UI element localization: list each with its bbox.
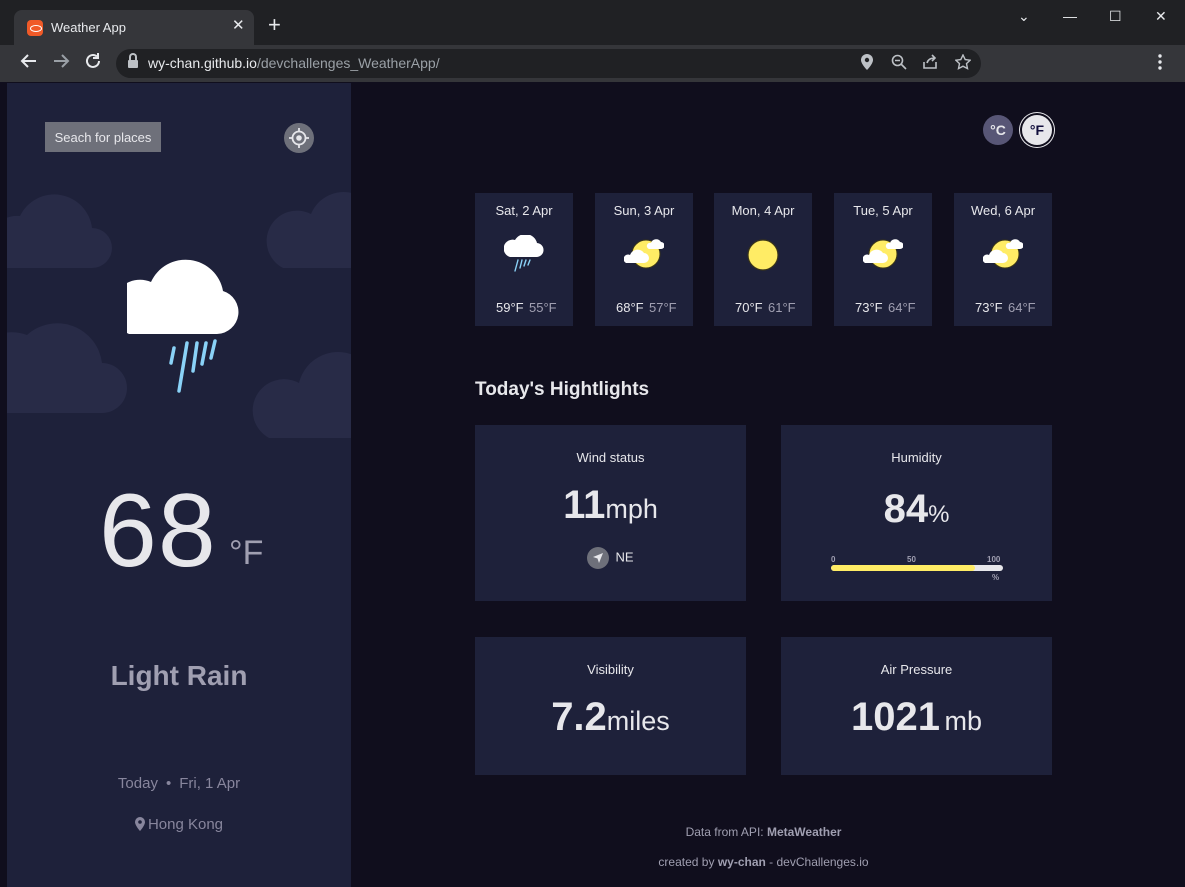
forecast-card: Mon, 4 Apr 70°F 61°F [714, 193, 812, 326]
browser-toolbar: wy-chan.github.io/devchallenges_WeatherA… [0, 45, 1185, 82]
browser-chrome: Weather App ✕ + ⌄ — ☐ ✕ wy-chan.github.i… [0, 0, 1185, 82]
tab-close-icon[interactable]: ✕ [232, 18, 245, 34]
forecast-day: Tue, 5 Apr [853, 203, 913, 218]
air-pressure-value: 1021 mb [851, 695, 982, 739]
search-places-button[interactable]: Seach for places [45, 122, 161, 152]
humidity-progress-fill [831, 565, 976, 571]
zoom-icon[interactable] [891, 54, 907, 74]
humidity-scale-0: 0 [831, 555, 836, 564]
wind-status-label: Wind status [576, 450, 645, 465]
forecast-card: Wed, 6 Apr 73°F 64°F [954, 193, 1052, 326]
forecast-max-temp: 59°F [496, 300, 524, 315]
fahrenheit-toggle-button[interactable]: °F [1022, 115, 1052, 145]
back-button[interactable] [20, 52, 38, 74]
forecast-card: Tue, 5 Apr 73°F 64°F [834, 193, 932, 326]
date-line: Today • Fri, 1 Apr [7, 775, 351, 792]
wind-direction: NE [475, 547, 746, 569]
humidity-card: Humidity 84% 0 50 100 % [781, 425, 1052, 601]
clear-sun-icon [747, 239, 779, 271]
wind-direction-arrow-icon [587, 547, 610, 569]
humidity-scale-100: 100 [987, 555, 1001, 564]
minimize-button[interactable]: — [1063, 8, 1077, 24]
tab-title: Weather App [51, 20, 126, 35]
wind-speed-value: 11mph [563, 483, 658, 527]
forecast-max-temp: 70°F [735, 300, 763, 315]
bookmark-star-icon[interactable] [954, 53, 972, 74]
humidity-value: 84% [883, 487, 950, 531]
gps-locate-icon [289, 128, 309, 148]
forecast-min-temp: 55°F [529, 300, 557, 315]
highlights-heading: Today's Hightlights [475, 379, 650, 400]
location-name: Hong Kong [147, 816, 224, 833]
app-favicon-icon [27, 20, 43, 36]
forecast-day: Sun, 3 Apr [613, 203, 675, 218]
browser-menu-icon[interactable] [1158, 54, 1162, 75]
air-pressure-label: Air Pressure [880, 662, 953, 677]
current-date: Fri, 1 Apr [179, 775, 241, 792]
forecast-day: Wed, 6 Apr [970, 203, 1036, 218]
forward-button[interactable] [52, 52, 70, 74]
address-bar[interactable]: wy-chan.github.io/devchallenges_WeatherA… [116, 49, 981, 78]
forecast-max-temp: 68°F [616, 300, 644, 315]
author-credit: created by wy-chan - devChallenges.io [658, 855, 869, 869]
forecast-day: Mon, 4 Apr [731, 203, 795, 218]
date-separator: • [165, 775, 172, 792]
date-prefix: Today [117, 775, 158, 792]
wind-direction-text: NE [615, 549, 634, 565]
lock-icon [128, 53, 138, 69]
light-rain-weather-icon [127, 259, 239, 393]
humidity-scale-50: 50 [907, 555, 916, 564]
current-weather-sidebar: Seach for places 68 °F Light Rain Today •… [7, 83, 351, 887]
forecast-min-temp: 64°F [1008, 300, 1036, 315]
light-rain-icon [504, 235, 544, 272]
visibility-value: 7.2miles [551, 695, 670, 739]
celsius-toggle-button[interactable]: °C [983, 115, 1013, 145]
current-temperature: 68 [99, 473, 217, 589]
current-location-button[interactable] [284, 123, 314, 153]
light-cloud-icon [863, 239, 903, 269]
browser-tab[interactable]: Weather App ✕ [14, 10, 254, 45]
forecast-min-temp: 61°F [768, 300, 796, 315]
api-credit: Data from API: MetaWeather [685, 825, 842, 839]
url-text: wy-chan.github.io/devchallenges_WeatherA… [148, 55, 440, 71]
author-link[interactable]: wy-chan [718, 855, 766, 869]
air-pressure-card: Air Pressure 1021 mb [781, 637, 1052, 775]
location-pin-icon[interactable] [861, 54, 873, 74]
wind-status-card: Wind status 11mph NE [475, 425, 746, 601]
light-cloud-icon [624, 239, 664, 269]
tab-strip: Weather App ✕ + ⌄ — ☐ ✕ [0, 0, 1185, 45]
share-icon[interactable] [922, 54, 938, 74]
forecast-max-temp: 73°F [975, 300, 1003, 315]
forecast-card: Sat, 2 Apr 59°F 55°F [475, 193, 573, 326]
tab-search-icon[interactable]: ⌄ [1018, 8, 1030, 24]
forecast-card: Sun, 3 Apr 68°F 57°F [595, 193, 693, 326]
maximize-button[interactable]: ☐ [1109, 8, 1122, 24]
forecast-day: Sat, 2 Apr [495, 203, 553, 218]
forecast-min-temp: 57°F [649, 300, 677, 315]
forecast-max-temp: 73°F [855, 300, 883, 315]
close-window-button[interactable]: ✕ [1155, 8, 1167, 24]
location-pin-icon [134, 817, 145, 831]
new-tab-button[interactable]: + [268, 14, 281, 36]
visibility-card: Visibility 7.2miles [475, 637, 746, 775]
api-link[interactable]: MetaWeather [767, 825, 841, 839]
visibility-label: Visibility [587, 662, 634, 677]
humidity-scale-unit: % [992, 573, 1000, 582]
humidity-progress-bar [831, 565, 1003, 571]
light-cloud-icon [983, 239, 1023, 269]
reload-button[interactable] [84, 52, 102, 74]
weather-condition: Light Rain [110, 660, 248, 691]
temperature-unit: °F [229, 534, 264, 572]
forecast-min-temp: 64°F [888, 300, 916, 315]
location-line: Hong Kong [7, 816, 351, 833]
humidity-label: Humidity [891, 450, 942, 465]
